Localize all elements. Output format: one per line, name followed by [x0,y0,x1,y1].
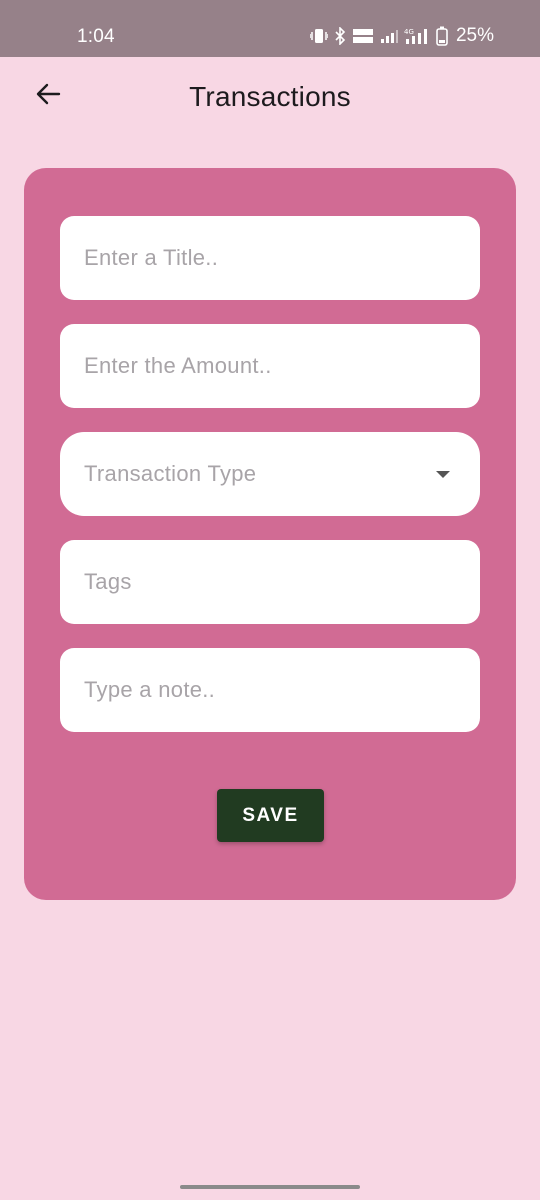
tags-placeholder: Tags [84,569,132,594]
transaction-type-dropdown[interactable]: Transaction Type [60,432,480,516]
volte-icon [352,27,374,45]
note-input[interactable]: Type a note.. [60,648,480,732]
bluetooth-icon [334,27,346,45]
title-placeholder: Enter a Title.. [84,245,219,270]
battery-icon [436,26,448,46]
status-bar: 1:04 4G 25% [0,0,540,57]
app-bar: Transactions [0,57,540,143]
title-input[interactable]: Enter a Title.. [60,216,480,300]
save-button[interactable]: SAVE [217,789,324,842]
status-icons: 4G 25% [309,24,494,48]
4g-signal-icon: 4G [404,27,430,45]
note-placeholder: Type a note.. [84,677,216,702]
transaction-form-card: Enter a Title.. Enter the Amount.. Trans… [24,168,516,900]
status-time: 1:04 [77,26,115,47]
svg-text:4G: 4G [404,28,414,36]
amount-placeholder: Enter the Amount.. [84,353,272,378]
transaction-type-placeholder: Transaction Type [84,461,257,486]
battery-percent: 25% [455,25,494,46]
home-indicator[interactable] [180,1185,360,1189]
page-title: Transactions [189,81,351,112]
vibrate-icon [309,28,328,44]
dropdown-arrow-icon [436,470,450,478]
tags-input[interactable]: Tags [60,540,480,624]
signal-icon [380,28,398,44]
amount-input[interactable]: Enter the Amount.. [60,324,480,408]
